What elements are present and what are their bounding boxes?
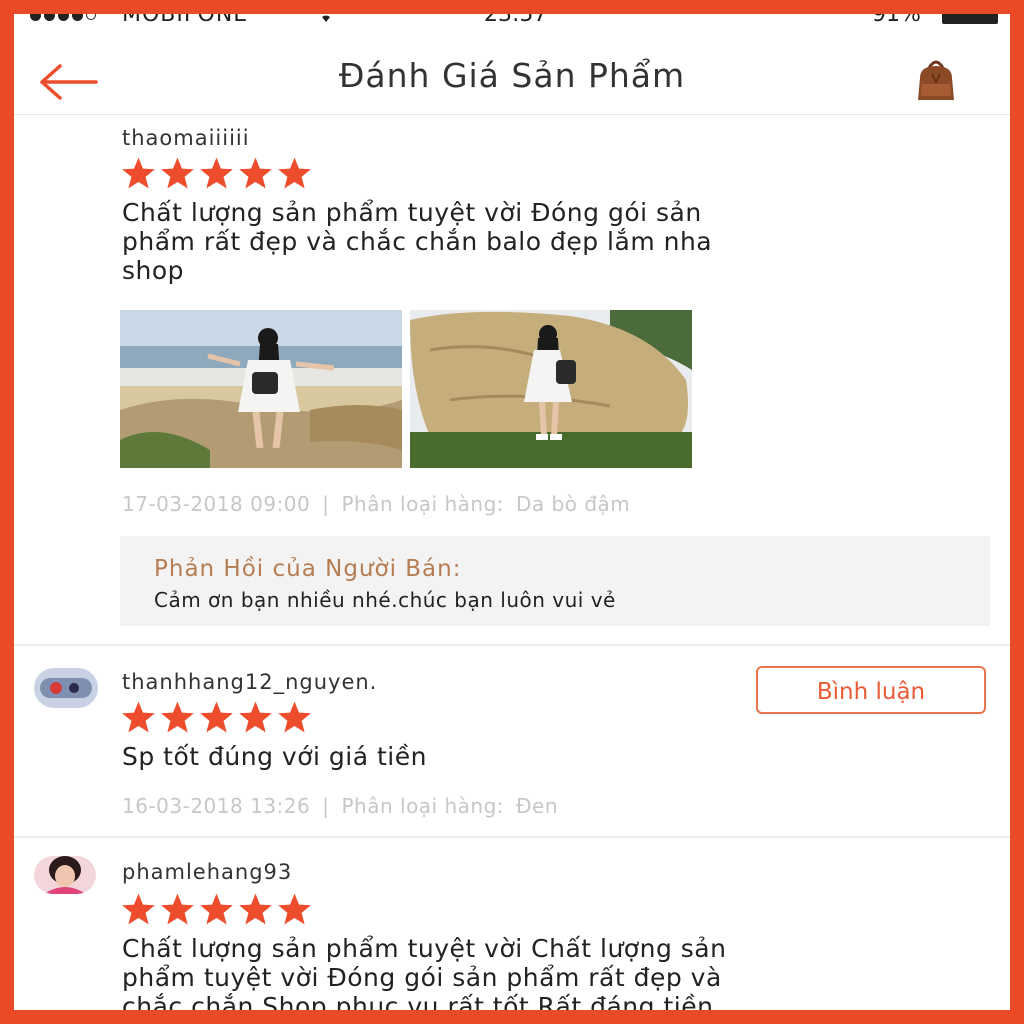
avatar[interactable] — [34, 668, 98, 708]
review-photo[interactable] — [120, 310, 402, 468]
star-icon — [122, 701, 155, 733]
avatar[interactable] — [34, 856, 96, 894]
variant-label: Phân loại hàng: — [341, 794, 505, 818]
star-icon — [200, 701, 233, 733]
status-time: 23:57 — [484, 14, 548, 27]
star-icon — [122, 893, 155, 925]
star-icon — [278, 157, 311, 189]
star-icon — [122, 157, 155, 189]
comment-line: Chất lượng sản phẩm tuyệt vời Đóng gói s… — [122, 198, 702, 227]
variant-value: Đen — [516, 794, 558, 818]
navigation-bar: Đánh Giá Sản Phẩm — [14, 32, 1010, 115]
status-bar: MOBIFONE 23:57 91% — [14, 14, 1010, 32]
comment-line: phẩm tuyệt vời Đóng gói sản phẩm rất đẹp… — [122, 963, 722, 992]
star-icon — [278, 893, 311, 925]
comment-line: shop — [122, 256, 185, 285]
review-comment: Chất lượng sản phẩm tuyệt vời Đóng gói s… — [122, 198, 942, 285]
review-username: phamlehang93 — [122, 860, 293, 884]
review-comment: Sp tốt đúng với giá tiền — [122, 742, 942, 771]
star-icon — [200, 893, 233, 925]
seller-reply: Phản Hồi của Người Bán: Cảm ơn bạn nhiều… — [120, 536, 990, 626]
battery-icon — [942, 14, 998, 24]
star-rating — [120, 700, 313, 734]
carrier-name: MOBIFONE — [122, 14, 249, 27]
review-photo[interactable] — [410, 310, 692, 468]
star-rating — [120, 156, 313, 190]
star-icon — [239, 701, 272, 733]
page-title: Đánh Giá Sản Phẩm — [338, 56, 686, 95]
signal-strength-icon — [30, 14, 96, 21]
star-icon — [239, 893, 272, 925]
meta-separator: | — [322, 794, 330, 818]
star-icon — [200, 157, 233, 189]
review-meta: 17-03-2018 09:00 | Phân loại hàng: Da bò đậ… — [122, 492, 642, 516]
comment-button[interactable]: Bình luận — [756, 666, 986, 714]
seller-reply-text: Cảm ơn bạn nhiều nhé.chúc bạn luôn vui v… — [154, 588, 616, 612]
star-icon — [239, 157, 272, 189]
review-comment: Chất lượng sản phẩm tuyệt vời Chất lượng… — [122, 934, 942, 1010]
divider — [14, 644, 1010, 646]
phone-screen: MOBIFONE 23:57 91% Đánh Giá Sản Phẩm tha… — [14, 14, 1010, 1010]
variant-value: Da bò đậm — [516, 492, 631, 516]
meta-separator: | — [322, 492, 330, 516]
battery-percent: 91% — [872, 14, 921, 27]
review-datetime: 17-03-2018 09:00 — [122, 492, 311, 516]
comment-line: Chất lượng sản phẩm tuyệt vời Chất lượng… — [122, 934, 727, 963]
comment-line: chắc chắn Shop phục vụ rất tốt Rất đáng … — [122, 992, 714, 1010]
seller-reply-title: Phản Hồi của Người Bán: — [154, 556, 462, 582]
star-icon — [278, 701, 311, 733]
review-username: thanhhang12_nguyen. — [122, 670, 378, 694]
review-datetime: 16-03-2018 13:26 — [122, 794, 311, 818]
star-icon — [161, 893, 194, 925]
backpack-icon[interactable] — [912, 56, 960, 104]
comment-line: phẩm rất đẹp và chắc chắn balo đẹp lắm n… — [122, 227, 713, 256]
wifi-icon — [314, 14, 338, 29]
divider — [14, 836, 1010, 838]
comment-line: Sp tốt đúng với giá tiền — [122, 742, 427, 771]
review-meta: 16-03-2018 13:26 | Phân loại hàng: Đen — [122, 794, 570, 818]
star-rating — [120, 892, 313, 926]
review-username: thaomaiiiiii — [122, 126, 250, 150]
star-icon — [161, 701, 194, 733]
variant-label: Phân loại hàng: — [341, 492, 505, 516]
star-icon — [161, 157, 194, 189]
